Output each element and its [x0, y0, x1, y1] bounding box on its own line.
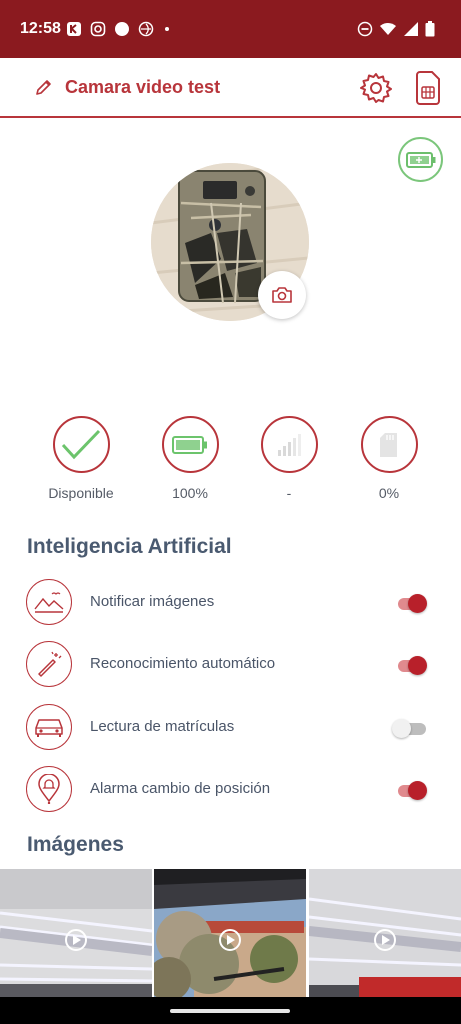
status-storage-label: 0% — [378, 485, 400, 501]
ai-row-label: Alarma cambio de posición — [90, 780, 271, 797]
video-thumbnail[interactable] — [308, 869, 461, 997]
notification-icons — [66, 21, 172, 37]
ai-row-label: Lectura de matrículas — [90, 718, 235, 735]
ai-row-icon-circle — [26, 579, 72, 625]
check-icon — [61, 429, 101, 459]
location-bell-icon — [38, 774, 60, 804]
system-icons — [357, 21, 435, 37]
ai-row-position-alarm: Alarma cambio de posición — [0, 766, 461, 826]
ai-row-label: Notificar imágenes — [90, 593, 215, 610]
status-battery-label: 100% — [172, 485, 208, 501]
camera-icon — [272, 287, 292, 303]
plate-reading-toggle[interactable] — [392, 718, 430, 738]
edit-pencil-icon[interactable] — [34, 77, 54, 97]
ai-row-plate-reading: Lectura de matrículas — [0, 704, 461, 764]
status-availability: Disponible — [31, 416, 131, 501]
play-icon — [373, 929, 396, 951]
sim-card-icon[interactable] — [415, 71, 441, 105]
status-signal-label: - — [286, 485, 292, 501]
auto-recognition-toggle[interactable] — [396, 655, 430, 675]
system-navigation-bar — [0, 997, 461, 1024]
system-status-bar: 12:58 — [0, 0, 461, 58]
instagram-icon — [90, 21, 106, 37]
signal-icon — [278, 433, 301, 456]
battery-status-icon — [425, 21, 435, 37]
image-gallery — [0, 869, 461, 997]
video-thumbnail[interactable] — [0, 869, 153, 997]
magic-wand-icon — [38, 651, 62, 677]
status-signal-circle — [260, 416, 318, 473]
ai-row-icon-circle — [26, 766, 72, 812]
circle-app-icon — [115, 22, 129, 36]
more-notifications-dot-icon — [165, 27, 169, 31]
ai-row-notify-images: Notificar imágenes — [0, 579, 461, 639]
settings-gear-icon[interactable] — [359, 71, 393, 105]
ai-row-label: Reconocimiento automático — [90, 655, 276, 672]
clock: 12:58 — [20, 20, 61, 37]
status-availability-circle — [52, 416, 110, 473]
battery-icon — [172, 435, 207, 454]
change-photo-button[interactable] — [258, 271, 306, 319]
images-section-title: Imágenes — [27, 833, 124, 856]
video-thumbnail[interactable] — [154, 869, 307, 997]
ai-row-icon-circle — [26, 704, 72, 750]
position-alarm-toggle[interactable] — [396, 780, 430, 800]
battery-full-icon — [405, 151, 435, 168]
ai-row-auto-recognition: Reconocimiento automático — [0, 641, 461, 701]
landscape-icon — [34, 592, 64, 613]
camera-name-title[interactable]: Camara video test — [65, 77, 220, 98]
ai-section-title: Inteligencia Artificial — [27, 535, 232, 558]
sd-card-icon — [380, 432, 397, 457]
status-storage: 0% — [339, 416, 439, 501]
status-storage-circle — [360, 416, 418, 473]
status-signal: - — [239, 416, 339, 501]
status-availability-label: Disponible — [48, 485, 114, 501]
car-icon — [35, 719, 63, 737]
ai-row-icon-circle — [26, 641, 72, 687]
home-gesture-handle[interactable] — [170, 1009, 290, 1013]
notify-images-toggle[interactable] — [396, 593, 430, 613]
wifi-icon — [380, 23, 396, 35]
status-battery: 100% — [140, 416, 240, 501]
do-not-disturb-icon — [357, 21, 373, 37]
battery-badge — [398, 137, 443, 182]
k-app-icon — [67, 22, 81, 36]
app-header: Camara video test — [0, 58, 461, 118]
play-icon — [65, 929, 88, 951]
chrome-like-icon — [138, 21, 154, 37]
status-battery-circle — [161, 416, 219, 473]
cell-signal-icon — [404, 22, 418, 36]
